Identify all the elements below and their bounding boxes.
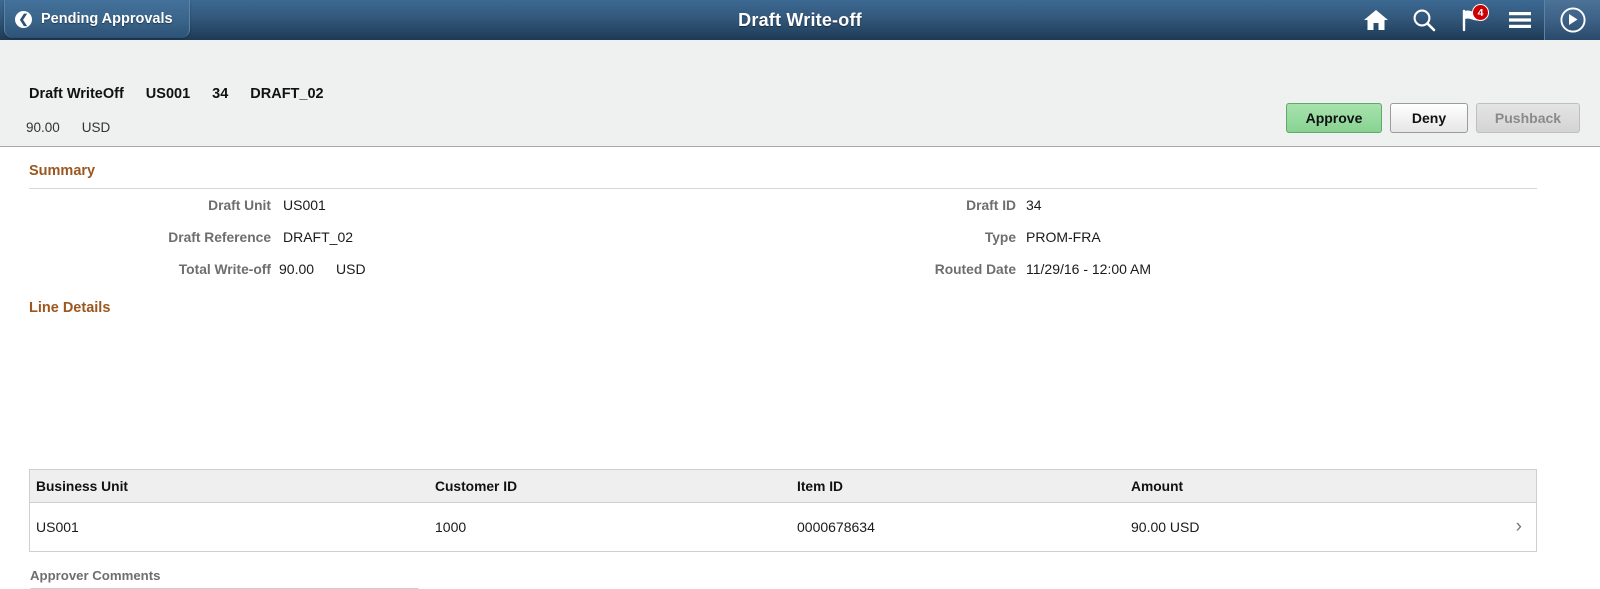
column-header-business-unit: Business Unit xyxy=(36,478,128,494)
cell-amount: 90.00 USD xyxy=(1131,519,1200,535)
type-label: Type xyxy=(984,230,1016,245)
column-header-item-id: Item ID xyxy=(797,478,843,494)
home-icon[interactable] xyxy=(1352,0,1400,40)
main-content: Summary Draft Unit US001 Draft Reference… xyxy=(0,147,1600,589)
summary-divider xyxy=(29,188,1537,189)
draft-unit-value: US001 xyxy=(283,197,326,213)
transaction-currency: USD xyxy=(81,120,111,135)
transaction-unit: US001 xyxy=(145,86,191,102)
chevron-right-icon[interactable]: › xyxy=(1483,516,1536,538)
cell-item-id: 0000678634 xyxy=(797,519,875,535)
approval-action-buttons: Approve Deny Pushback xyxy=(1286,103,1580,133)
cell-business-unit: US001 xyxy=(36,519,79,535)
hamburger-menu-icon[interactable] xyxy=(1496,0,1544,40)
notification-flag-icon[interactable]: 4 xyxy=(1448,0,1496,40)
routed-date-value: 11/29/16 - 12:00 AM xyxy=(1026,261,1152,277)
type-value: PROM-FRA xyxy=(1026,229,1101,245)
transaction-subheader: Draft WriteOff US001 34 DRAFT_02 90.00 U… xyxy=(0,40,1600,147)
transaction-id: 34 xyxy=(212,86,229,102)
total-writeoff-label: Total Write-off xyxy=(178,262,271,277)
app-header: ❮ Pending Approvals Draft Write-off 4 xyxy=(0,0,1600,40)
back-button-label: Pending Approvals xyxy=(41,11,173,27)
approver-comments-label: Approver Comments xyxy=(30,568,161,583)
back-to-pending-approvals-button[interactable]: ❮ Pending Approvals xyxy=(4,0,190,38)
column-header-customer-id: Customer ID xyxy=(435,478,518,494)
navbar-compass-icon[interactable] xyxy=(1544,0,1600,40)
header-icon-group: 4 xyxy=(1352,0,1600,40)
column-header-amount: Amount xyxy=(1131,478,1184,494)
line-details-table: Business Unit Customer ID Item ID Amount… xyxy=(29,469,1537,552)
total-writeoff-value-group: 90.00 USD xyxy=(279,261,366,277)
transaction-summary-line1: Draft WriteOff US001 34 DRAFT_02 xyxy=(29,86,324,102)
approve-button[interactable]: Approve xyxy=(1286,103,1382,133)
notification-badge: 4 xyxy=(1472,4,1489,21)
table-header-row: Business Unit Customer ID Item ID Amount xyxy=(30,470,1536,503)
pushback-button: Pushback xyxy=(1476,103,1580,133)
total-writeoff-amount: 90.00 xyxy=(279,261,315,277)
cell-customer-id: 1000 xyxy=(435,519,467,535)
routed-date-label: Routed Date xyxy=(934,262,1016,277)
line-details-section-title: Line Details xyxy=(29,300,111,316)
draft-id-value: 34 xyxy=(1026,197,1042,213)
transaction-reference: DRAFT_02 xyxy=(250,86,324,102)
draft-reference-label: Draft Reference xyxy=(168,230,271,245)
search-icon[interactable] xyxy=(1400,0,1448,40)
back-chevron-icon: ❮ xyxy=(15,10,32,28)
summary-section-title: Summary xyxy=(29,163,96,179)
transaction-amount: 90.00 xyxy=(26,120,60,135)
deny-button[interactable]: Deny xyxy=(1390,103,1468,133)
draft-id-label: Draft ID xyxy=(966,198,1016,213)
total-writeoff-currency: USD xyxy=(336,261,366,277)
draft-reference-value: DRAFT_02 xyxy=(283,229,354,245)
transaction-summary-line2: 90.00 USD xyxy=(26,120,110,135)
draft-unit-label: Draft Unit xyxy=(208,198,271,213)
table-row[interactable]: US001 1000 0000678634 90.00 USD › xyxy=(30,503,1536,551)
transaction-type: Draft WriteOff xyxy=(29,86,124,102)
